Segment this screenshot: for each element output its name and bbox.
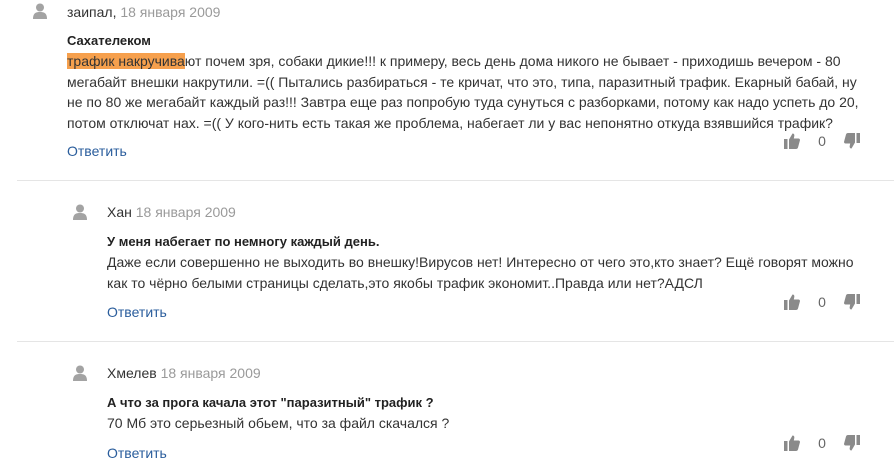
comment: Хмелев 18 января 2009 А что за прога кач… <box>0 342 894 474</box>
comment-body-line: не по 80 же мегабайт каждый раз!!! Завтр… <box>67 94 859 110</box>
comment-body-line: как то чёрно белыми страницы сделать,это… <box>107 274 703 291</box>
avatar-icon <box>73 365 87 381</box>
vote-controls: 0 <box>784 435 860 453</box>
author-separator: , <box>112 4 117 20</box>
vote-count: 0 <box>818 435 826 451</box>
comment-body-line: трафик накручивают почем зря, собаки дик… <box>67 51 859 72</box>
avatar-icon <box>73 204 87 220</box>
comment-body: трафик накручивают почем зря, собаки дик… <box>67 51 859 133</box>
comment-title: Сахателеком <box>67 33 151 48</box>
comment-body-line: 70 Мб это серьезный обьем, что за файл с… <box>107 415 450 431</box>
thumbs-up-icon[interactable] <box>784 294 800 310</box>
vote-controls: 0 <box>784 133 860 151</box>
comment-body-line: Даже если совершенно не выходить во внеш… <box>107 254 854 270</box>
thumbs-down-icon[interactable] <box>844 435 860 451</box>
comment-meta: Хан 18 января 2009 <box>107 203 236 221</box>
comment-text: ют почем зря, собаки дикие!!! к примеру,… <box>184 53 841 69</box>
comment-date: 18 января 2009 <box>160 365 261 381</box>
thumbs-down-icon[interactable] <box>844 294 860 310</box>
thumbs-up-icon[interactable] <box>784 435 800 451</box>
thumbs-down-icon[interactable] <box>844 133 860 149</box>
reply-button[interactable]: Ответить <box>107 303 167 321</box>
comment-title: А что за прога качала этот "паразитный" … <box>107 395 434 410</box>
reply-button[interactable]: Ответить <box>67 142 127 160</box>
comment-meta: Хмелев 18 января 2009 <box>107 364 261 382</box>
avatar-icon <box>33 3 47 19</box>
comment: заипал, 18 января 2009 Сахателеком трафи… <box>0 0 894 181</box>
comment-title: У меня набегает по немногу каждый день. <box>107 234 380 249</box>
comment-author[interactable]: Хан <box>107 204 132 220</box>
comment-meta: заипал, 18 января 2009 <box>67 3 220 21</box>
comment-author[interactable]: Хмелев <box>107 365 157 381</box>
comment-date: 18 января 2009 <box>135 204 236 220</box>
vote-count: 0 <box>818 294 826 310</box>
highlighted-text: трафик накручива <box>67 53 185 69</box>
comment-body-line: мегабайт внешки накрутили. =(( Пытались … <box>67 73 857 90</box>
comment-body: 70 Мб это серьезный обьем, что за файл с… <box>107 413 449 434</box>
reply-button[interactable]: Ответить <box>107 444 167 462</box>
comment: Хан 18 января 2009 У меня набегает по не… <box>0 181 894 342</box>
vote-count: 0 <box>818 133 826 149</box>
comment-body: Даже если совершенно не выходить во внеш… <box>107 252 854 293</box>
thumbs-up-icon[interactable] <box>784 133 800 149</box>
comment-author[interactable]: заипал <box>67 4 113 20</box>
vote-controls: 0 <box>784 294 860 312</box>
comments-list: заипал, 18 января 2009 Сахателеком трафи… <box>0 0 894 474</box>
comment-date: 18 января 2009 <box>120 4 221 20</box>
comment-body-line: потом отключат нах. =(( У кого-нить есть… <box>67 114 833 131</box>
